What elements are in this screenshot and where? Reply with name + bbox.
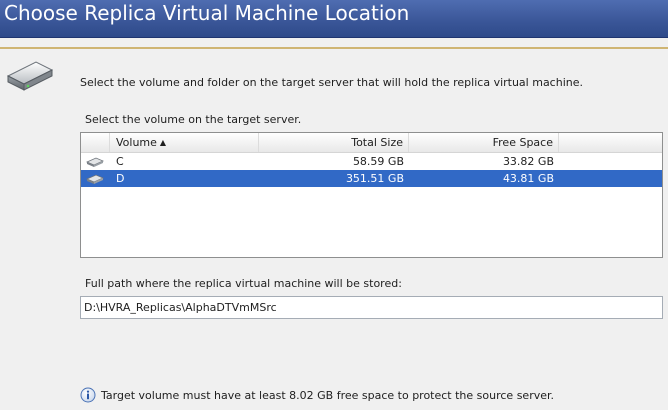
volume-group-label: Select the volume on the target server. [85, 113, 302, 126]
column-header-volume[interactable]: Volume ▲ [110, 133, 259, 152]
hard-drive-icon [6, 61, 54, 91]
info-icon [80, 387, 96, 403]
drive-icon [86, 157, 104, 167]
cell-free-space: 33.82 GB [502, 155, 554, 168]
path-input[interactable] [80, 296, 663, 319]
drive-icon [86, 174, 104, 184]
cell-total-size: 58.59 GB [352, 155, 404, 168]
page-title: Choose Replica Virtual Machine Location [4, 1, 410, 25]
volume-table[interactable]: Volume ▲ Total Size Free Space C 58.59 GB… [80, 132, 663, 258]
info-text: Target volume must have at least 8.02 GB… [101, 389, 555, 402]
header-accent-line [0, 47, 668, 49]
table-header: Volume ▲ Total Size Free Space [81, 133, 662, 153]
wizard-page: Choose Replica Virtual Machine Location … [0, 0, 668, 410]
table-row[interactable]: C 58.59 GB 33.82 GB [81, 153, 662, 170]
cell-total-size: 351.51 GB [345, 172, 404, 185]
page-header: Choose Replica Virtual Machine Location [0, 0, 668, 38]
table-row-selected[interactable]: D 351.51 GB 43.81 GB [81, 170, 662, 187]
column-header-icon [81, 133, 110, 152]
cell-volume: D [116, 172, 125, 185]
cell-free-space: 43.81 GB [502, 172, 554, 185]
path-label: Full path where the replica virtual mach… [85, 277, 402, 290]
cell-volume: C [116, 155, 124, 168]
column-header-volume-label: Volume [116, 136, 157, 149]
column-header-free-space[interactable]: Free Space [409, 133, 559, 152]
sort-ascending-icon: ▲ [159, 138, 167, 147]
intro-text: Select the volume and folder on the targ… [80, 76, 583, 89]
column-header-total-size[interactable]: Total Size [259, 133, 409, 152]
